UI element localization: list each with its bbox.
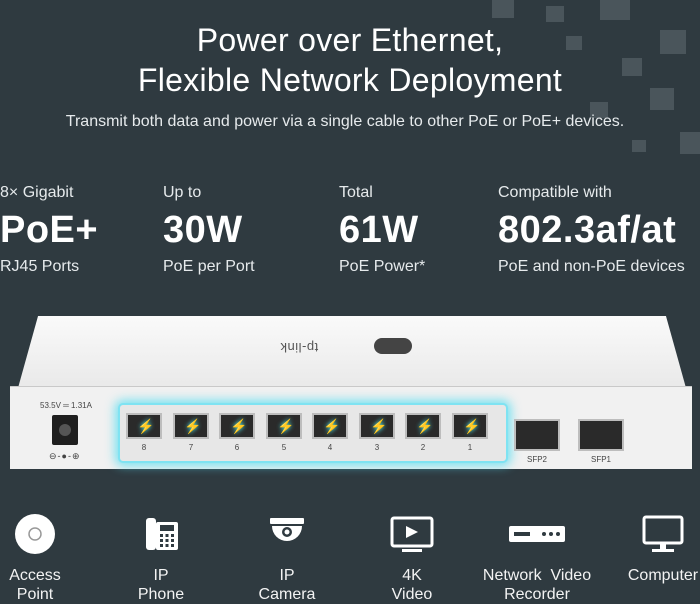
device-network-video-recorder: Network Video Recorder (472, 512, 602, 604)
decorative-block (680, 132, 700, 154)
stat-bottom-label: PoE per Port (163, 258, 255, 275)
device-4k-video: 4K Video (357, 512, 467, 604)
computer-icon (608, 512, 700, 556)
device-label-line-2: Phone (137, 586, 185, 603)
stat-poe-ports: 8× Gigabit PoE+ RJ45 Ports (0, 184, 98, 276)
device-label-line-1: Computer (627, 567, 699, 584)
poe-bolt-icon: ⚡ (463, 418, 481, 434)
stat-value: 802.3af/at (498, 209, 677, 251)
device-label-line-2: Camera (258, 586, 316, 603)
page-subtitle: Transmit both data and power via a singl… (65, 113, 625, 130)
brand-logo-text: tp-link (280, 340, 319, 355)
stat-total-power: Total 61W PoE Power* (339, 184, 425, 276)
stat-value: 30W (163, 209, 243, 251)
device-computer: Computer (608, 512, 700, 585)
page-title: Power over Ethernet, Flexible Network De… (0, 20, 700, 100)
stat-top-label: Up to (163, 184, 202, 201)
poe-bolt-icon: ⚡ (137, 418, 155, 434)
poe-bolt-icon: ⚡ (323, 418, 341, 434)
rj45-port-icon: ⚡ (173, 413, 209, 439)
decorative-block (492, 0, 514, 18)
decorative-block (600, 0, 630, 20)
poe-bolt-icon: ⚡ (230, 418, 248, 434)
stat-bottom-label: PoE Power* (339, 258, 426, 275)
port-number: 8 (141, 443, 147, 452)
switch-top-cover: tp-link (18, 316, 686, 388)
stat-bottom-label: RJ45 Ports (0, 258, 80, 275)
port-number: 3 (374, 443, 380, 452)
port-number: 6 (234, 443, 240, 452)
rj45-port-icon: ⚡ (219, 413, 255, 439)
rj45-port-icon: ⚡ (312, 413, 348, 439)
recorder-icon (472, 512, 602, 556)
power-jack-icon (52, 415, 78, 445)
stat-bottom-label: PoE and non-PoE devices (498, 258, 685, 275)
stat-top-label: 8× Gigabit (0, 184, 74, 201)
stat-top-label: Total (339, 184, 373, 201)
access-point-icon (0, 512, 90, 556)
device-label-line-2: Video (391, 586, 433, 603)
stat-compatibility: Compatible with 802.3af/at PoE and non-P… (498, 184, 685, 276)
rj45-port-icon: ⚡ (452, 413, 488, 439)
rj45-port-icon: ⚡ (405, 413, 441, 439)
title-line-1: Power over Ethernet, (196, 22, 504, 58)
stat-top-label: Compatible with (498, 184, 612, 201)
sfp-label: SFP2 (526, 455, 547, 464)
device-ip-phone: IP Phone (106, 512, 216, 604)
device-access-point: Access Point (0, 512, 90, 604)
sfp-port-icon (578, 419, 624, 451)
switch-device-image: tp-link 53.5V ═ 1.31A ⊖-●-⊕ ⚡ 8 ⚡ 7 ⚡ 6 … (10, 316, 692, 469)
sfp-label: SFP1 (590, 455, 611, 464)
sfp-port-icon (514, 419, 560, 451)
device-ip-camera: IP Camera (232, 512, 342, 604)
device-label-line-1: IP (153, 567, 169, 584)
decorative-block (632, 140, 646, 152)
ip-phone-icon (106, 512, 216, 556)
port-number: 1 (467, 443, 473, 452)
polarity-symbol: ⊖-●-⊕ (49, 451, 81, 461)
rj45-port-icon: ⚡ (266, 413, 302, 439)
stat-per-port: Up to 30W PoE per Port (163, 184, 255, 276)
device-label-line-1: IP (279, 567, 295, 584)
title-line-2: Flexible Network Deployment (137, 62, 563, 98)
tp-link-logo-icon (374, 338, 412, 354)
rj45-port-icon: ⚡ (126, 413, 162, 439)
port-number: 4 (327, 443, 333, 452)
poe-bolt-icon: ⚡ (416, 418, 434, 434)
port-number: 5 (281, 443, 287, 452)
rj45-port-icon: ⚡ (359, 413, 395, 439)
video-icon (357, 512, 467, 556)
device-label-line-1: Network Video (482, 567, 592, 584)
port-number: 7 (188, 443, 194, 452)
device-label-line-1: Access (9, 567, 61, 584)
device-label-line-1: 4K (402, 567, 422, 584)
power-rating-label: 53.5V ═ 1.31A (40, 401, 92, 410)
switch-front-panel: 53.5V ═ 1.31A ⊖-●-⊕ ⚡ 8 ⚡ 7 ⚡ 6 ⚡ 5 ⚡ 4 … (10, 386, 692, 469)
poe-bolt-icon: ⚡ (277, 418, 295, 434)
poe-bolt-icon: ⚡ (370, 418, 388, 434)
poe-ports-group: ⚡ 8 ⚡ 7 ⚡ 6 ⚡ 5 ⚡ 4 ⚡ 3 ⚡ 2 ⚡ 1 (118, 403, 508, 463)
stat-value: 61W (339, 209, 419, 251)
stat-value: PoE+ (0, 209, 99, 251)
port-number: 2 (420, 443, 426, 452)
poe-bolt-icon: ⚡ (184, 418, 202, 434)
device-label-line-2: Recorder (504, 586, 570, 603)
device-label-line-2: Point (16, 586, 54, 603)
ip-camera-icon (232, 512, 342, 556)
